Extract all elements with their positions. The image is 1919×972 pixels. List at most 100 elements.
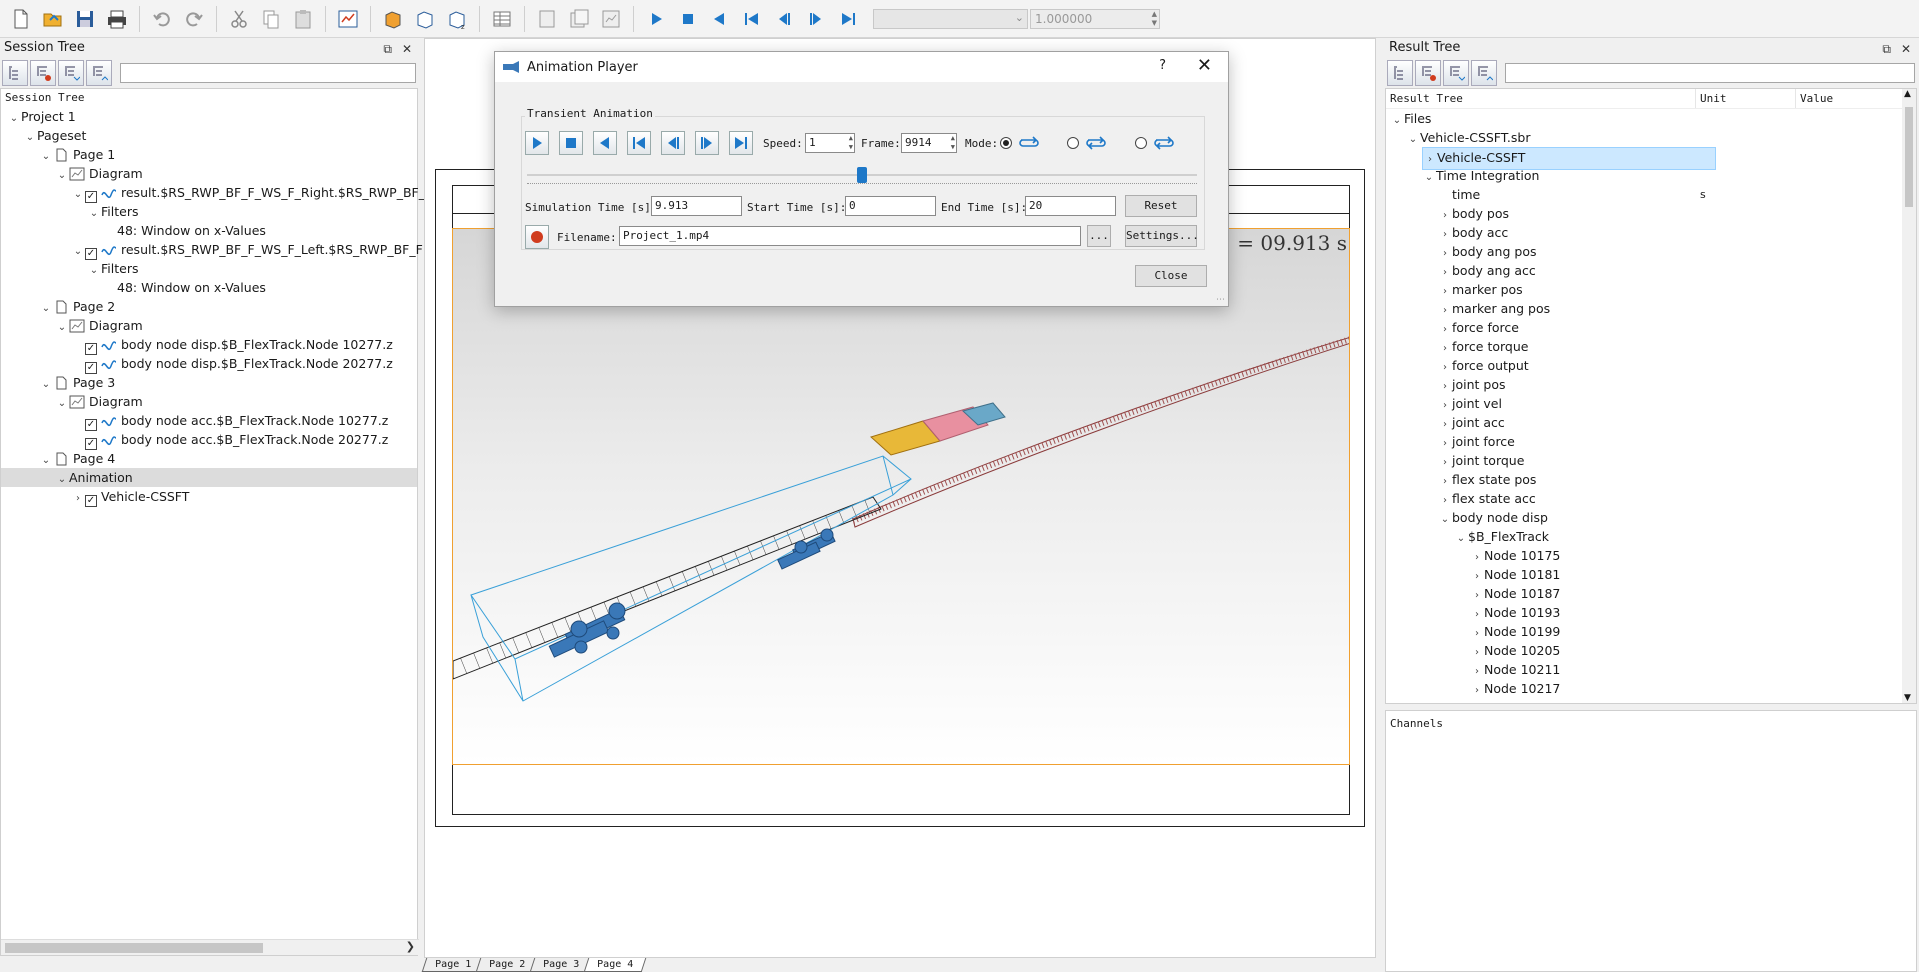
result-tree-item[interactable]: ⌄ Files — [1386, 109, 1916, 128]
result-tree-item[interactable]: › Node 10205 — [1386, 641, 1916, 660]
result-tree-item[interactable]: › force torque — [1386, 337, 1916, 356]
reset-button[interactable]: Reset — [1125, 195, 1197, 217]
checkbox[interactable]: ✓ — [85, 495, 97, 507]
result-tree-search-input[interactable] — [1505, 63, 1915, 83]
result-tree-item[interactable]: › flex state pos — [1386, 470, 1916, 489]
session-tree-item[interactable]: ✓ body node acc.$B_FlexTrack.Node 10277.z — [1, 411, 417, 431]
collapse-all-button[interactable] — [1471, 60, 1497, 86]
last-frame-button[interactable] — [833, 4, 863, 34]
session-tree-item[interactable]: ⌄ Pageset — [1, 126, 417, 145]
session-tree-item[interactable]: 48: Window on x-Values — [1, 221, 417, 240]
session-tree-item[interactable]: ⌄ Diagram — [1, 392, 417, 411]
browse-button[interactable]: ... — [1087, 225, 1111, 247]
session-tree-item[interactable]: ⌄ Filters — [1, 202, 417, 221]
scroll-down-icon[interactable]: ▼ — [1904, 693, 1911, 703]
result-tree-item[interactable]: › Node 10193 — [1386, 603, 1916, 622]
documents-button[interactable] — [564, 4, 594, 34]
start-time-input[interactable]: 0 — [845, 196, 936, 216]
result-tree-item[interactable]: › joint torque — [1386, 451, 1916, 470]
diagram-wizard-button[interactable] — [333, 4, 363, 34]
frame-slider[interactable] — [527, 167, 1197, 184]
scrollbar-thumb[interactable] — [5, 943, 263, 953]
session-tree-item[interactable]: ⌄ Diagram — [1, 316, 417, 335]
dialog-reverse-button[interactable] — [593, 131, 617, 155]
animation-speed-spinbox[interactable]: 1.000000 ▲ ▼ — [1030, 8, 1160, 29]
chevron-right-icon[interactable]: › — [1470, 681, 1484, 700]
result-tree-item[interactable]: › Node 10187 — [1386, 584, 1916, 603]
session-tree-item[interactable]: 48: Window on x-Values — [1, 278, 417, 297]
report-button[interactable] — [596, 4, 626, 34]
session-tree-item[interactable]: ⌄ ✓ result.$RS_RWP_BF_F_WS_F_Left.$RS_RWP_… — [1, 240, 423, 260]
result-tree-item[interactable]: › Node 10175 — [1386, 546, 1916, 565]
session-tree-item[interactable]: › ✓ Vehicle-CSSFT — [1, 487, 417, 508]
result-tree-item[interactable]: ⌄ Vehicle-CSSFT.sbr — [1386, 128, 1916, 147]
dialog-prev-button[interactable] — [661, 131, 685, 155]
result-tree-item[interactable]: › joint force — [1386, 432, 1916, 451]
horizontal-scrollbar[interactable]: ❯ — [1, 939, 419, 955]
result-tree-item[interactable]: › Vehicle-CSSFT — [1386, 147, 1916, 170]
session-tree-item[interactable]: ⌄ Project 1 — [1, 107, 417, 126]
result-tree-item[interactable]: › Node 10217 — [1386, 679, 1916, 698]
undo-button[interactable] — [147, 4, 177, 34]
next-frame-button[interactable] — [801, 4, 831, 34]
frame-spinbox[interactable]: 9914 ▲ ▼ — [901, 133, 957, 153]
chevron-right-icon[interactable]: › — [71, 489, 85, 508]
animation-combo[interactable]: ⌄ — [873, 8, 1028, 29]
session-tree-item[interactable]: ⌄ Diagram — [1, 164, 417, 183]
session-tree-item[interactable]: ✓ body node disp.$B_FlexTrack.Node 20277.… — [1, 354, 417, 374]
result-tree-item[interactable]: › body pos — [1386, 204, 1916, 223]
result-tree-item[interactable]: ⌄ $B_FlexTrack — [1386, 527, 1916, 546]
result-tree-item[interactable]: › flex state acc — [1386, 489, 1916, 508]
result-tree-item[interactable]: › force force — [1386, 318, 1916, 337]
result-tree-item[interactable]: › force output — [1386, 356, 1916, 375]
simulation-time-input[interactable]: 9.913 — [651, 196, 742, 216]
session-tree-item[interactable]: ⌄ Page 4 — [1, 449, 417, 468]
open-button[interactable] — [38, 4, 68, 34]
vertical-scrollbar[interactable]: ▲ ▼ — [1902, 89, 1916, 703]
session-tree-item[interactable]: ✓ body node disp.$B_FlexTrack.Node 10277.… — [1, 335, 417, 355]
result-tree-item[interactable]: › body acc — [1386, 223, 1916, 242]
paste-button[interactable] — [288, 4, 318, 34]
play-reverse-button[interactable] — [705, 4, 735, 34]
expand-tree-button[interactable] — [1387, 60, 1413, 86]
first-frame-button[interactable] — [737, 4, 767, 34]
result-tree-item[interactable]: › joint pos — [1386, 375, 1916, 394]
expand-all-button[interactable] — [58, 60, 84, 86]
settings-button[interactable]: Settings... — [1125, 225, 1199, 247]
dialog-first-button[interactable] — [627, 131, 651, 155]
session-tree-item[interactable]: ⌄ Animation — [1, 468, 417, 487]
resize-grip-icon[interactable]: ⋯ — [1216, 295, 1225, 305]
page-tab-4[interactable]: Page 4 — [584, 958, 647, 972]
session-tree-item[interactable]: ⌄ Page 3 — [1, 373, 417, 392]
help-button[interactable]: ? — [1159, 58, 1166, 73]
session-tree-item[interactable]: ⌄ Filters — [1, 259, 417, 278]
scroll-right-icon[interactable]: ❯ — [406, 940, 415, 953]
result-tree-item[interactable]: time s — [1386, 185, 1916, 204]
document-button[interactable] — [532, 4, 562, 34]
result-tree-item[interactable]: ⌄ Time Integration — [1386, 166, 1916, 185]
table-button[interactable] — [487, 4, 517, 34]
close-icon[interactable]: ✕ — [1197, 55, 1212, 76]
scroll-up-icon[interactable]: ▲ — [1904, 89, 1911, 99]
speed-spinbox[interactable]: 1 ▲ ▼ — [805, 133, 855, 153]
column-header-tree[interactable]: Result Tree — [1386, 89, 1696, 108]
session-tree-item[interactable]: ⌄ Page 2 — [1, 297, 417, 316]
stop-button[interactable] — [673, 4, 703, 34]
mode-loop-radio[interactable] — [1000, 137, 1012, 149]
result-tree-item[interactable]: › marker pos — [1386, 280, 1916, 299]
column-header-value[interactable]: Value — [1796, 89, 1896, 108]
result-tree-item[interactable]: › body ang acc — [1386, 261, 1916, 280]
float-panel-icon[interactable]: ⧉ — [383, 39, 392, 59]
animation-viewport[interactable]: = 09.913 s — [452, 228, 1350, 765]
collapse-tree-button[interactable] — [1415, 60, 1441, 86]
end-time-input[interactable]: 20 — [1025, 196, 1116, 216]
result-tree-item[interactable]: › Node 10199 — [1386, 622, 1916, 641]
cut-button[interactable] — [224, 4, 254, 34]
mode-once-radio[interactable] — [1135, 137, 1147, 149]
close-button[interactable]: Close — [1135, 265, 1207, 287]
mode-bounce-radio[interactable] — [1067, 137, 1079, 149]
result-tree-item[interactable]: › body ang pos — [1386, 242, 1916, 261]
session-tree-item[interactable]: ⌄ Page 1 — [1, 145, 417, 164]
record-button[interactable] — [525, 225, 549, 249]
collapse-all-button[interactable] — [86, 60, 112, 86]
